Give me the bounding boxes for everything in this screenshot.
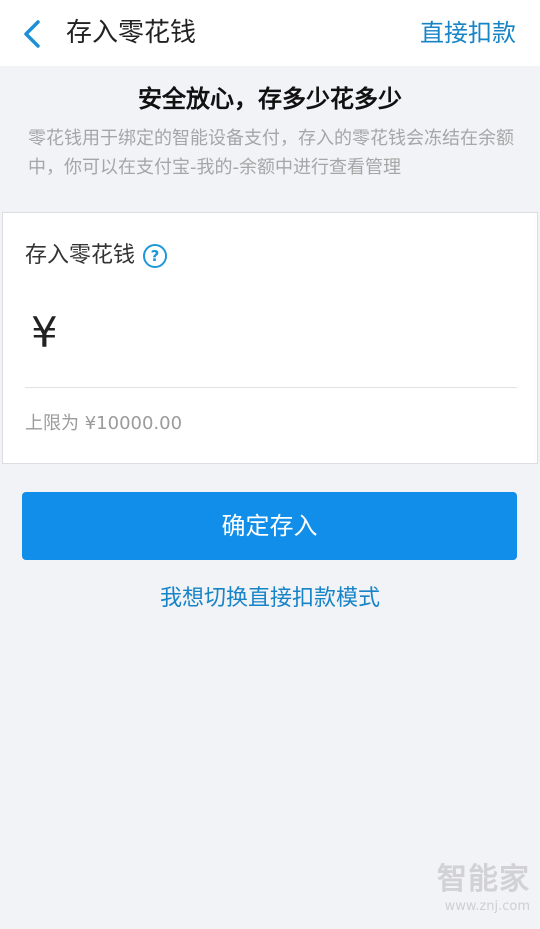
deposit-label: 存入零花钱	[25, 243, 136, 268]
watermark: 智能家 www.znj.com	[426, 862, 530, 916]
deposit-label-row: 存入零花钱 ?	[25, 241, 168, 271]
currency-symbol: ¥	[31, 308, 58, 357]
switch-mode-link[interactable]: 我想切换直接扣款模式	[0, 583, 540, 615]
confirm-deposit-button[interactable]: 确定存入	[22, 492, 517, 560]
amount-input[interactable]	[77, 307, 513, 359]
divider	[25, 387, 517, 388]
page-title: 存入零花钱	[66, 18, 197, 48]
intro-title: 安全放心，存多少花多少	[138, 85, 402, 113]
intro-description: 零花钱用于绑定的智能设备支付，存入的零花钱会冻结在余额中，你可以在支付宝-我的-…	[28, 128, 514, 178]
limit-text: 上限为 ¥10000.00	[25, 413, 183, 434]
watermark-logo: 智能家	[437, 862, 530, 897]
deposit-card: 存入零花钱 ? ¥ 上限为 ¥10000.00	[2, 212, 538, 464]
question-circle-icon[interactable]: ?	[143, 244, 168, 268]
nav-bar: 存入零花钱 直接扣款	[0, 0, 540, 66]
chevron-left-icon	[14, 14, 54, 54]
page: 存入零花钱 直接扣款 安全放心，存多少花多少 零花钱用于绑定的智能设备支付，存入…	[0, 0, 540, 929]
back-button[interactable]	[14, 14, 54, 54]
watermark-url: www.znj.com	[444, 899, 530, 914]
direct-debit-link[interactable]: 直接扣款	[420, 17, 516, 49]
